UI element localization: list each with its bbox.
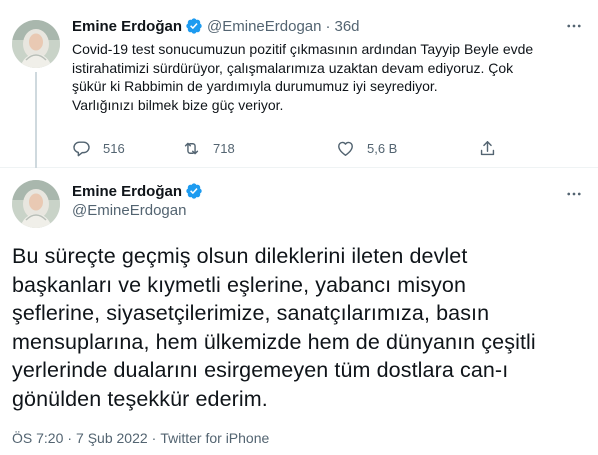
author-name-row: Emine Erdoğan: [72, 182, 203, 200]
tweet-text-line: gönülden teşekkür ederim.: [12, 386, 268, 411]
tweet-actions-bar: 516 718 5,6 B: [66, 136, 506, 160]
tweet-parent[interactable]: Emine Erdoğan @EmineErdogan · 36d Covid-…: [0, 0, 598, 168]
tweet-text-line: Covid-19 test sonucumuzun pozitif çıkmas…: [72, 41, 534, 57]
more-options-button[interactable]: [562, 14, 586, 38]
reply-count: 516: [103, 140, 125, 156]
separator-dot: ·: [67, 430, 73, 446]
share-button[interactable]: [478, 136, 497, 160]
avatar[interactable]: [12, 180, 60, 228]
avatar-portrait-icon: [12, 180, 60, 228]
tweet-text: Covid-19 test sonucumuzun pozitif çıkmas…: [72, 40, 582, 114]
like-button[interactable]: 5,6 B: [336, 136, 397, 160]
retweet-button[interactable]: 718: [182, 136, 235, 160]
tweet-date[interactable]: 7 Şub 2022: [76, 430, 148, 446]
tweet-text-line: yerlerinde dualarını esirgemeyen tüm dos…: [12, 358, 509, 382]
tweet-header: Emine Erdoğan @EmineErdogan · 36d: [72, 16, 360, 36]
author-name[interactable]: Emine Erdoğan: [72, 18, 182, 35]
avatar[interactable]: [12, 20, 60, 68]
tweet-text-line: şükür ki Rabbimin de yardımıyla durumumu…: [72, 78, 438, 94]
verified-badge-icon: [185, 17, 203, 35]
tweet-text: Bu süreçte geçmiş olsun dileklerini ilet…: [12, 242, 592, 413]
share-upload-icon: [480, 140, 495, 155]
thread-connector-line: [35, 72, 37, 168]
tweet-text-line: başkanları ve kıymetli eşlerine, yabancı…: [12, 272, 467, 297]
author-name[interactable]: Emine Erdoğan: [72, 183, 182, 200]
more-options-button[interactable]: [562, 182, 586, 206]
retweet-icon: [184, 142, 199, 154]
heart-icon: [338, 141, 353, 156]
verified-badge-icon: [185, 182, 203, 200]
tweet-text-line: istirahatimizi sürdürüyor, çalışmalarımı…: [72, 59, 514, 76]
reply-bubble-icon: [73, 140, 90, 156]
tweet-focused[interactable]: Emine Erdoğan @EmineErdogan Bu süreçte g…: [0, 168, 598, 455]
tweet-text-line: Bu süreçte geçmiş olsun dileklerini ilet…: [12, 244, 468, 268]
more-horizontal-icon: [567, 192, 581, 196]
tweet-time[interactable]: ÖS 7:20: [12, 430, 63, 446]
tweet-text-line: şeflerine, siyasetçilerimize, sanatçılar…: [12, 301, 490, 325]
separator-dot: ·: [151, 430, 157, 446]
more-horizontal-icon: [567, 24, 581, 28]
reply-button[interactable]: 516: [72, 136, 125, 160]
avatar-portrait-icon: [12, 20, 60, 68]
author-handle[interactable]: @EmineErdogan: [72, 202, 186, 219]
author-handle[interactable]: @EmineErdogan: [207, 18, 321, 35]
tweet-source[interactable]: Twitter for iPhone: [160, 430, 269, 446]
tweet-text-line: Varlığınızı bilmek bize güç veriyor.: [72, 96, 284, 113]
tweet-timestamp[interactable]: 36d: [335, 18, 360, 35]
tweet-text-line: mensuplarına, hem ülkemizde hem de dünya…: [12, 329, 536, 354]
like-count: 5,6 B: [367, 140, 398, 156]
tweet-meta: ÖS 7:20 · 7 Şub 2022 · Twitter for iPhon…: [12, 430, 269, 446]
separator-dot: ·: [325, 17, 331, 35]
retweet-count: 718: [213, 140, 235, 156]
